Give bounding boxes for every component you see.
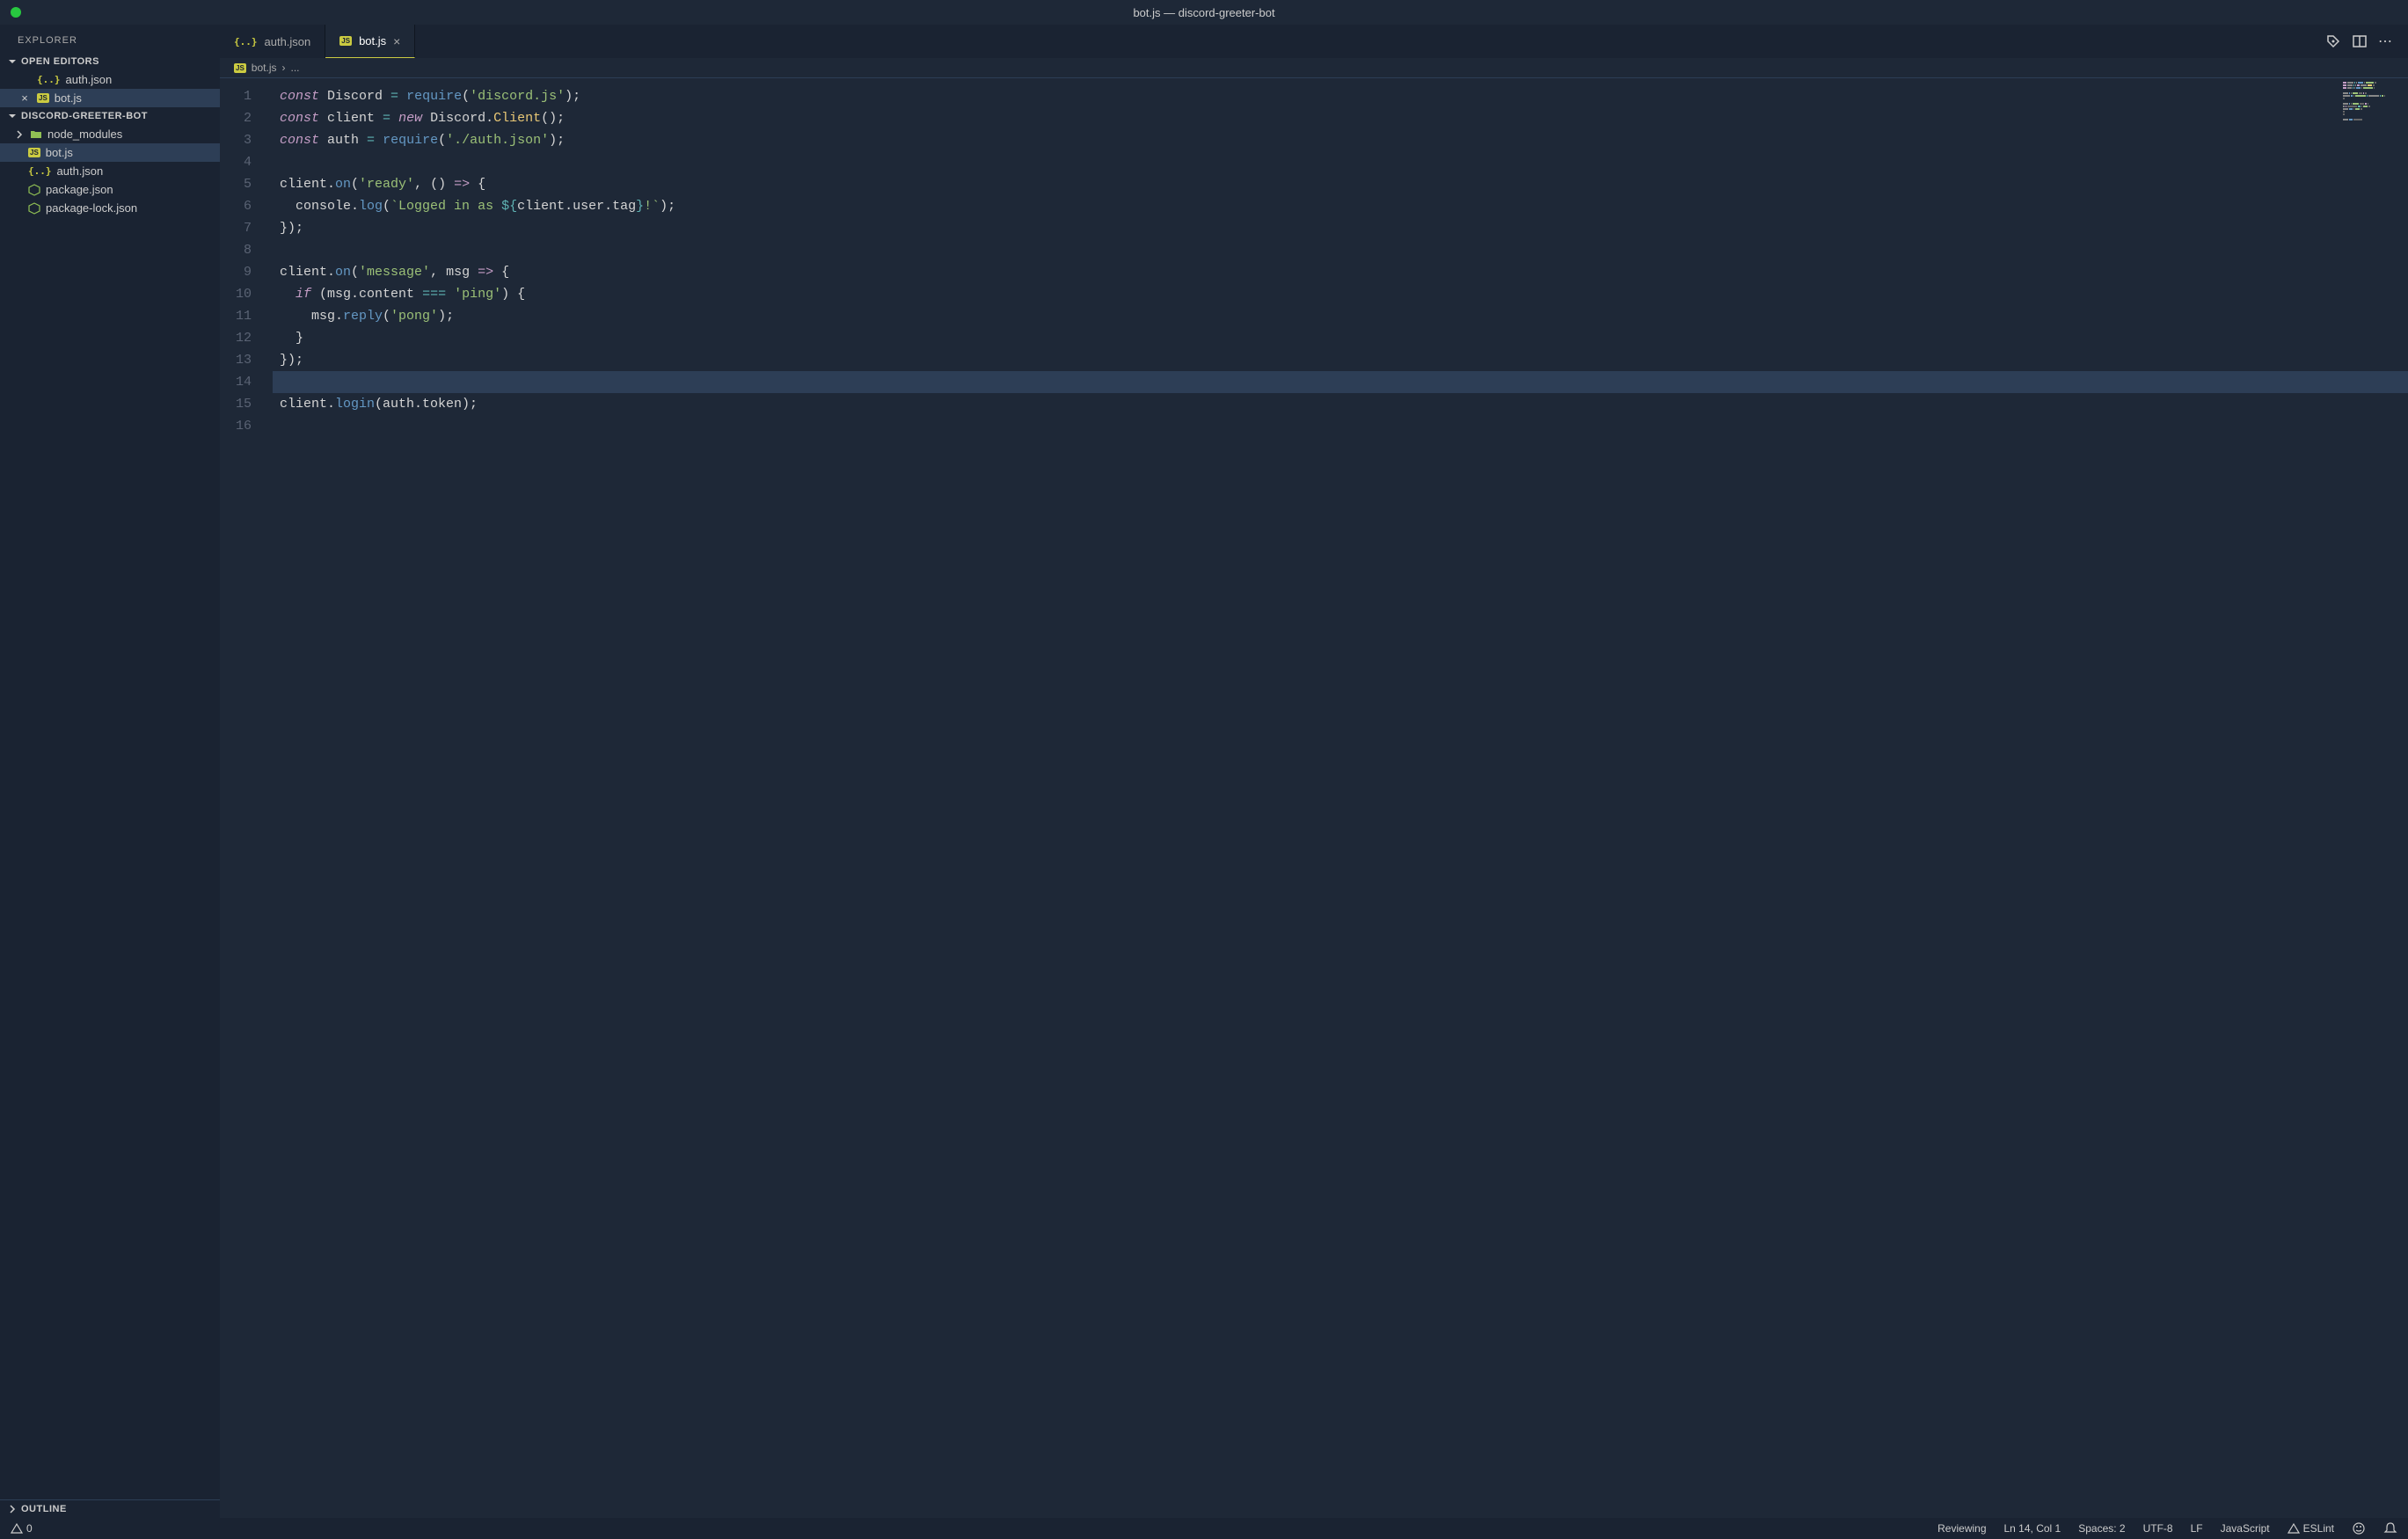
chevron-right-icon: ›: [281, 62, 285, 74]
file-name: auth.json: [66, 73, 113, 86]
project-section[interactable]: DISCORD-GREETER-BOT: [0, 107, 220, 125]
linter-status[interactable]: ESLint: [2288, 1522, 2334, 1535]
tab-label: auth.json: [265, 35, 311, 48]
file-item[interactable]: JS bot.js: [0, 143, 220, 162]
js-icon: JS: [339, 36, 352, 46]
tab-auth-json[interactable]: {..} auth.json: [220, 25, 325, 58]
file-item[interactable]: package.json: [0, 180, 220, 199]
file-item[interactable]: package-lock.json: [0, 199, 220, 217]
chevron-right-icon: [7, 1504, 18, 1514]
language-status[interactable]: JavaScript: [2221, 1522, 2270, 1535]
minimap[interactable]: [2338, 78, 2408, 1518]
json-icon: {..}: [28, 165, 52, 177]
folder-icon: [30, 128, 42, 141]
explorer-header: EXPLORER: [0, 25, 220, 53]
js-icon: JS: [28, 148, 40, 157]
file-name: package-lock.json: [46, 201, 137, 215]
warning-icon: [2288, 1522, 2300, 1535]
close-icon[interactable]: ×: [393, 34, 400, 48]
maximize-button[interactable]: [11, 7, 21, 18]
close-icon[interactable]: ×: [18, 91, 32, 105]
notifications-icon[interactable]: [2383, 1521, 2397, 1535]
chevron-right-icon: [14, 129, 25, 140]
warning-icon: [11, 1522, 23, 1535]
breadcrumb-more[interactable]: ...: [290, 62, 299, 74]
sidebar: EXPLORER OPEN EDITORS {..} auth.json × J…: [0, 25, 220, 1518]
file-name: auth.json: [57, 164, 104, 178]
reviewing-status[interactable]: Reviewing: [1937, 1522, 1986, 1535]
chevron-down-icon: [7, 111, 18, 121]
window-controls[interactable]: [11, 7, 21, 18]
encoding-status[interactable]: UTF-8: [2143, 1522, 2173, 1535]
outline-section[interactable]: OUTLINE: [0, 1500, 220, 1518]
line-numbers: 12345678910111213141516: [220, 78, 273, 1518]
code-content[interactable]: const Discord = require('discord.js');co…: [273, 78, 2408, 1518]
chevron-down-icon: [7, 56, 18, 67]
code-editor[interactable]: 12345678910111213141516 const Discord = …: [220, 78, 2408, 1518]
json-icon: {..}: [234, 36, 258, 47]
statusbar: 0 Reviewing Ln 14, Col 1 Spaces: 2 UTF-8…: [0, 1518, 2408, 1539]
feedback-icon[interactable]: [2352, 1521, 2366, 1535]
tab-label: bot.js: [359, 34, 386, 47]
titlebar: bot.js — discord-greeter-bot: [0, 0, 2408, 25]
json-icon: {..}: [37, 74, 61, 85]
split-editor-icon[interactable]: [2352, 33, 2368, 49]
window-title: bot.js — discord-greeter-bot: [1133, 6, 1274, 19]
tab-bot-js[interactable]: JS bot.js ×: [325, 25, 415, 58]
eol-status[interactable]: LF: [2191, 1522, 2203, 1535]
breadcrumb-file[interactable]: bot.js: [252, 62, 277, 74]
tabs-bar: {..} auth.json JS bot.js × ⋯: [220, 25, 2408, 58]
npm-icon: [28, 202, 40, 215]
file-name: bot.js: [55, 91, 82, 105]
source-control-icon[interactable]: [2325, 33, 2341, 49]
indentation-status[interactable]: Spaces: 2: [2078, 1522, 2125, 1535]
folder-item[interactable]: node_modules: [0, 125, 220, 143]
js-icon: JS: [234, 63, 246, 73]
open-editors-section[interactable]: OPEN EDITORS: [0, 53, 220, 70]
file-item[interactable]: {..} auth.json: [0, 162, 220, 180]
more-icon[interactable]: ⋯: [2378, 33, 2394, 50]
warnings-status[interactable]: 0: [11, 1522, 33, 1535]
breadcrumb[interactable]: JS bot.js › ...: [220, 58, 2408, 78]
npm-icon: [28, 184, 40, 196]
folder-name: node_modules: [47, 128, 122, 141]
file-name: package.json: [46, 183, 113, 196]
file-name: bot.js: [46, 146, 73, 159]
cursor-position[interactable]: Ln 14, Col 1: [2004, 1522, 2061, 1535]
open-editor-item[interactable]: {..} auth.json: [0, 70, 220, 89]
js-icon: JS: [37, 93, 49, 103]
open-editor-item[interactable]: × JS bot.js: [0, 89, 220, 107]
editor-area: {..} auth.json JS bot.js × ⋯ JS bot.js: [220, 25, 2408, 1518]
